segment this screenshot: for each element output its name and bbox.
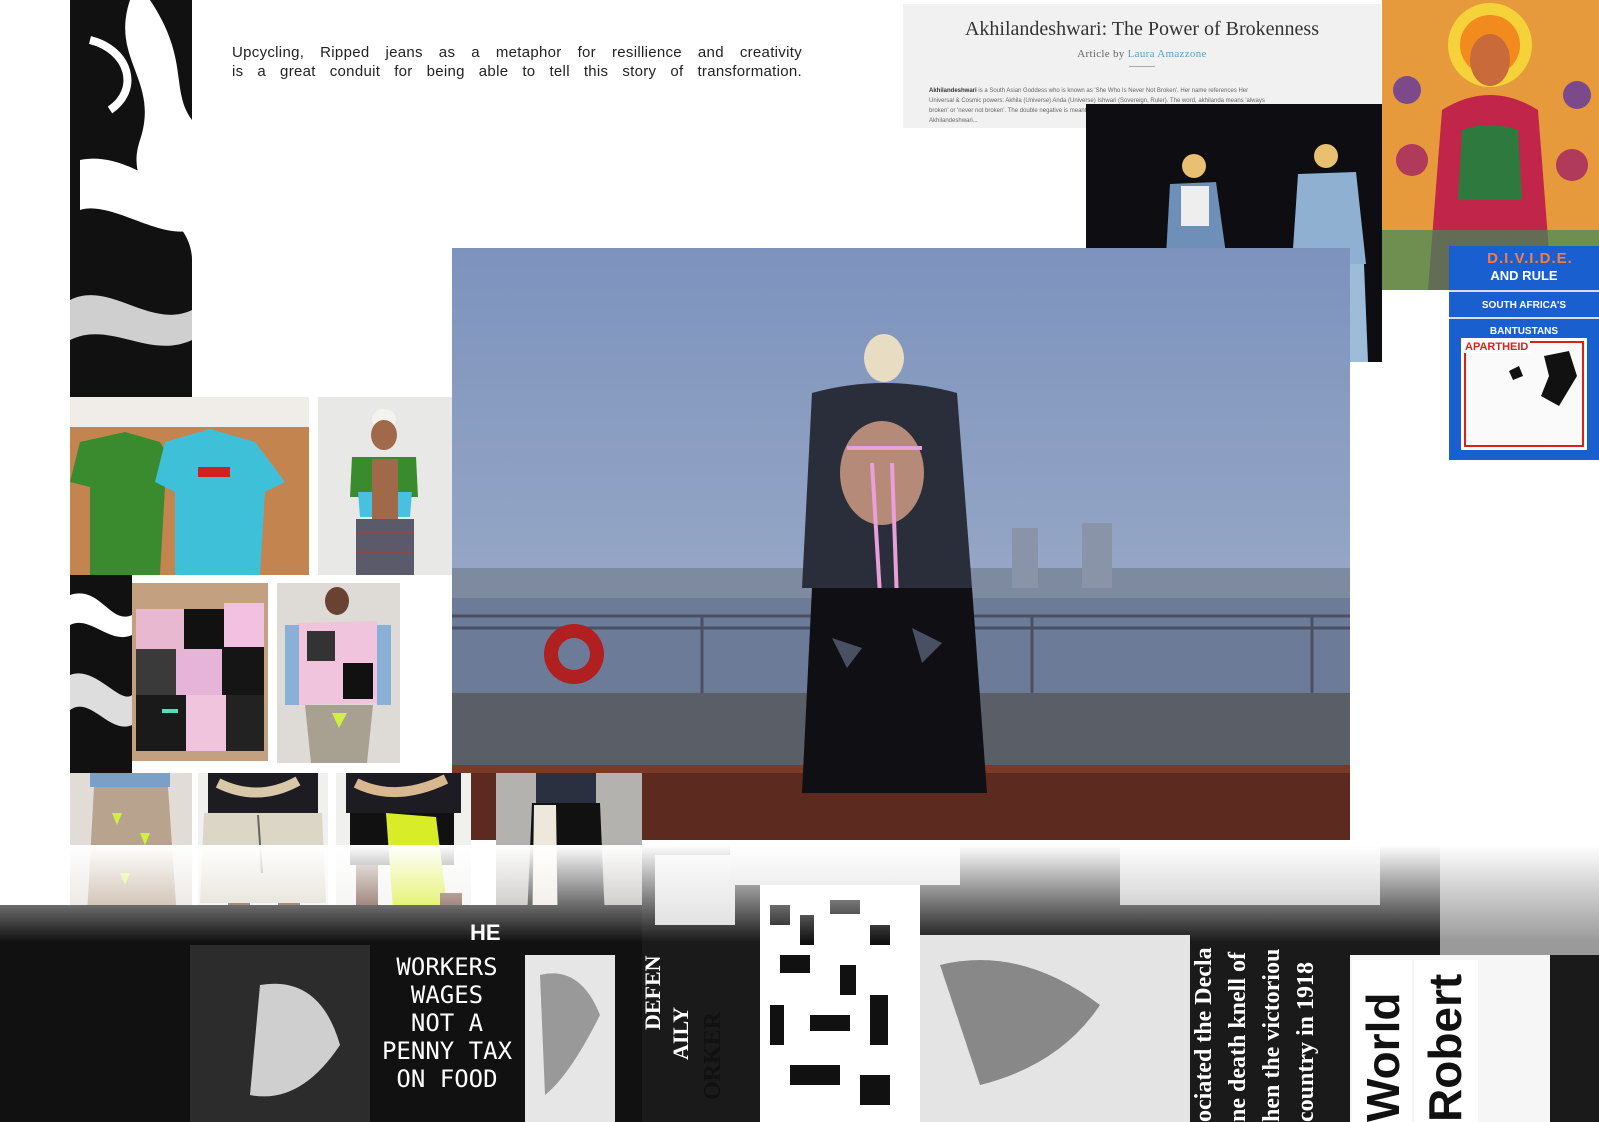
headline-line: PENNY TAX xyxy=(381,1037,513,1065)
article-byline: Article by Laura Amazzone xyxy=(903,48,1381,60)
newspaper-column-line: country in 1918 xyxy=(1293,961,1319,1122)
newspaper-column-line: ociated the Decla xyxy=(1191,947,1217,1122)
intro-text: Upcycling, Ripped jeans as a metaphor fo… xyxy=(232,43,802,81)
model-cropped-top-photo xyxy=(318,397,452,575)
poster-caption-1: SOUTH AFRICA'S xyxy=(1481,300,1567,311)
article-body-lead: Akhilandeshwari xyxy=(929,88,977,94)
main-runway-photo xyxy=(452,248,1350,840)
workers-headline: WORKERS WAGES NOT A PENNY TAX ON FOOD xyxy=(372,953,522,1093)
collage-word-world: World xyxy=(1357,992,1409,1122)
poster-subtitle: AND RULE xyxy=(1490,268,1558,283)
article-title: Akhilandeshwari: The Power of Brokenness xyxy=(964,18,1319,40)
patchwork-fabric-photo xyxy=(132,583,268,761)
poster-stamp: APARTHEID xyxy=(1463,341,1531,353)
poster-caption-2: BANTUSTANS xyxy=(1489,326,1559,337)
article-author-link[interactable]: Laura Amazzone xyxy=(1128,48,1207,60)
headline-line: ON FOOD xyxy=(396,1065,498,1093)
collage-word-robert: Robert xyxy=(1419,973,1471,1122)
brush-stroke-artwork xyxy=(70,0,192,400)
collage-fragment-daily: AILY xyxy=(668,1007,693,1060)
collage-fragment-defend: DEFEN xyxy=(640,955,665,1030)
poster-title: D.I.V.I.D.E. xyxy=(1487,250,1573,267)
headline-line: WAGES xyxy=(410,981,484,1009)
intro-line-2: is a great conduit for being able to tel… xyxy=(232,63,802,80)
divider xyxy=(1129,66,1155,67)
headline-line: NOT A xyxy=(410,1009,484,1037)
newspaper-column-line: ne death knell of xyxy=(1225,951,1251,1122)
brush-stroke-strip xyxy=(70,575,132,773)
newspaper-column-line: hen the victoriou xyxy=(1259,948,1285,1122)
collage-fragment-he: HE xyxy=(470,920,501,945)
intro-line-1: Upcycling, Ripped jeans as a metaphor fo… xyxy=(232,44,802,61)
byline-prefix: Article by xyxy=(1077,48,1125,60)
model-patchwork-photo xyxy=(277,583,400,763)
headline-line: WORKERS xyxy=(396,953,498,981)
collage-fragment-worker: ORKER xyxy=(700,1011,726,1100)
tshirts-photo xyxy=(70,397,309,575)
